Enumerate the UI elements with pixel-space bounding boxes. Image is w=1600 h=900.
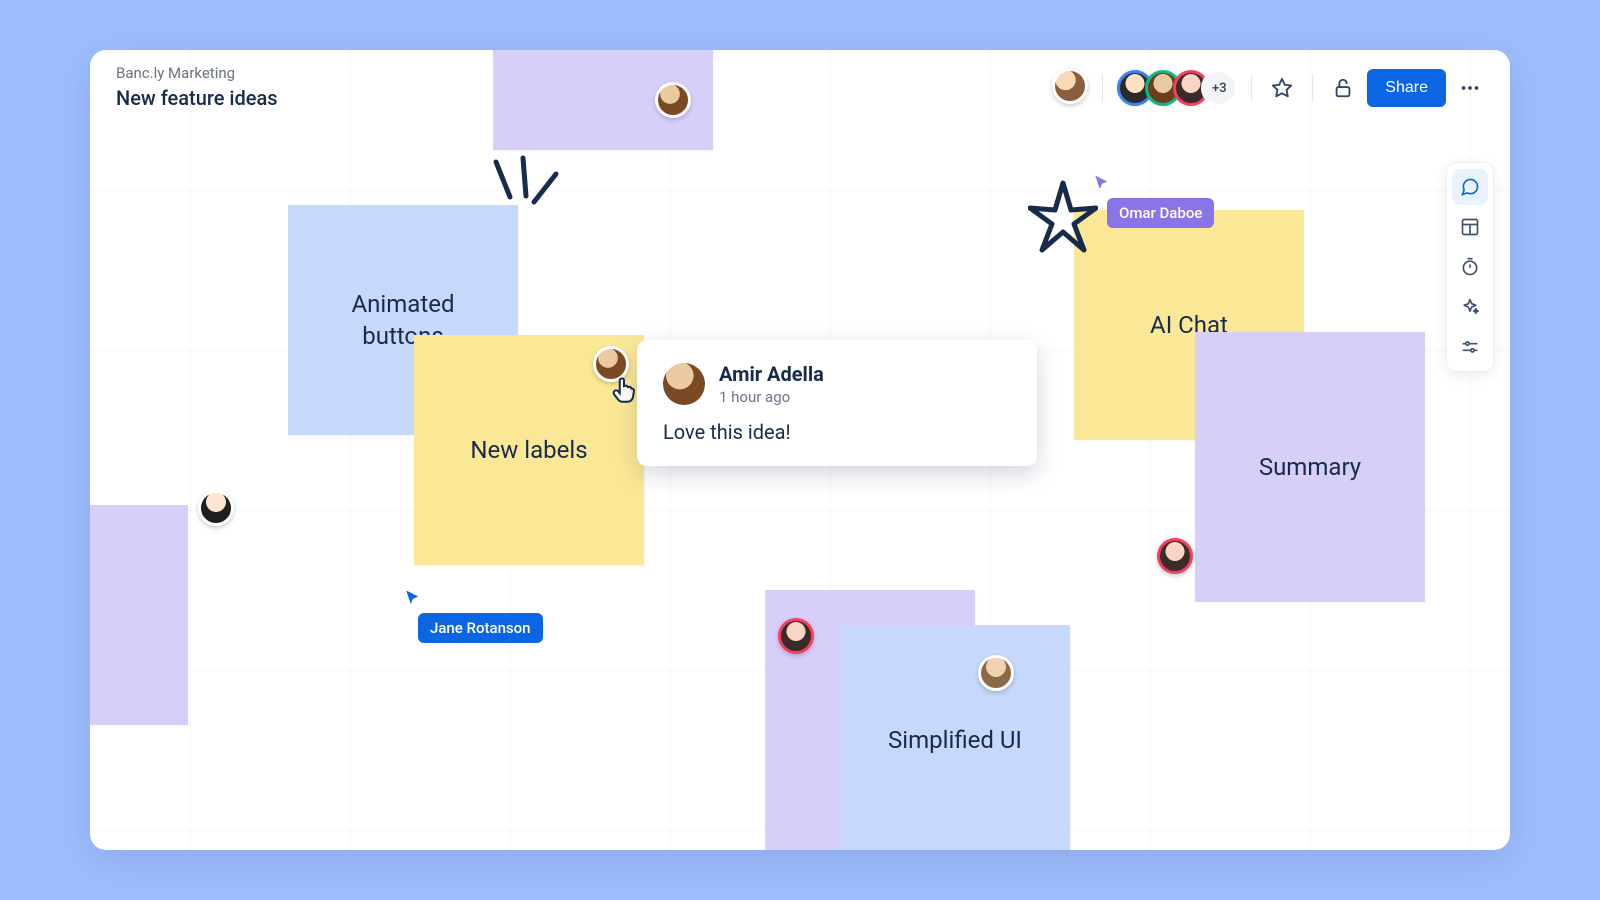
click-hand-icon [607,372,641,406]
divider [1312,74,1313,102]
share-button[interactable]: Share [1367,69,1446,107]
star-doodle [1028,178,1098,258]
ai-tool[interactable] [1452,289,1488,325]
remote-cursor-omar: Omar Daboe [1093,174,1214,228]
star-icon[interactable] [1266,72,1298,104]
topbar-controls: +3 Share [1052,68,1486,108]
owner-avatar[interactable] [1052,68,1088,108]
divider [1102,74,1103,102]
note-text: Simplified UI [888,724,1022,756]
comment-author: Amir Adella [719,362,824,386]
comment-time: 1 hour ago [719,388,824,406]
more-icon[interactable] [1454,72,1486,104]
note-text: New labels [470,434,587,466]
comment-card[interactable]: Amir Adella 1 hour ago Love this idea! [637,340,1037,466]
cursor-name: Omar Daboe [1107,198,1214,228]
board-title[interactable]: New feature ideas [116,86,278,110]
workspace-name[interactable]: Banc.ly Marketing [116,64,278,82]
template-tool[interactable] [1452,209,1488,245]
participants-overflow[interactable]: +3 [1201,70,1237,106]
comment-author-avatar[interactable] [663,363,705,405]
settings-tool[interactable] [1452,329,1488,365]
note-author-avatar[interactable] [655,82,691,122]
comment-tool[interactable] [1452,169,1488,205]
note-author-avatar[interactable] [978,655,1014,695]
cursor-icon [1093,174,1111,192]
burst-doodle [478,152,568,232]
cursor-icon [404,589,422,607]
note-text: Summary [1259,451,1361,483]
note-author-avatar[interactable] [198,490,234,530]
note-author-avatar[interactable] [1157,538,1193,578]
comment-body: Love this idea! [663,420,1011,444]
cursor-name: Jane Rotanson [418,613,543,643]
board-header: Banc.ly Marketing New feature ideas [116,64,278,110]
sticky-note-summary[interactable]: Summary [1195,332,1425,602]
sticky-note-simplified-ui[interactable]: Simplified UI [840,625,1070,850]
whiteboard-window: Banc.ly Marketing New feature ideas +3 S… [90,50,1510,850]
remote-cursor-jane: Jane Rotanson [404,589,543,643]
divider [1251,74,1252,102]
participants-avatars[interactable]: +3 [1117,70,1237,106]
note-author-avatar[interactable] [778,618,814,658]
timer-tool[interactable] [1452,249,1488,285]
lock-open-icon[interactable] [1327,72,1359,104]
right-toolbar [1446,162,1494,372]
sticky-note[interactable] [90,505,188,725]
